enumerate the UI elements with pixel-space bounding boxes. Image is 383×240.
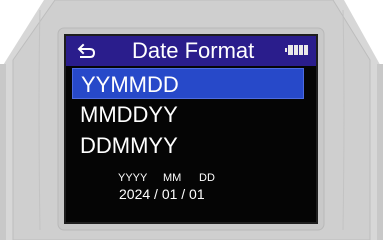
month-label: MM — [163, 172, 182, 184]
display-screen: Date Format YYMMDD MMDDYY DDMMYY YYYY MM… — [64, 34, 318, 224]
date-format-menu: YYMMDD MMDDYY DDMMYY — [66, 68, 316, 161]
day-label: DD — [199, 172, 215, 184]
title-bar: Date Format — [66, 36, 316, 66]
menu-item-yymmdd[interactable]: YYMMDD — [72, 68, 304, 99]
recorder-device: Date Format YYMMDD MMDDYY DDMMYY YYYY MM… — [0, 0, 383, 240]
year-label: YYYY — [118, 172, 148, 184]
menu-item-ddmmyy[interactable]: DDMMYY — [76, 130, 304, 161]
menu-item-mmddyy[interactable]: MMDDYY — [76, 99, 304, 130]
battery-icon — [285, 45, 308, 55]
back-arrow-icon[interactable] — [76, 42, 98, 60]
screen-title: Date Format — [132, 38, 255, 63]
date-preview-value: 2024 / 01 / 01 — [119, 186, 205, 202]
